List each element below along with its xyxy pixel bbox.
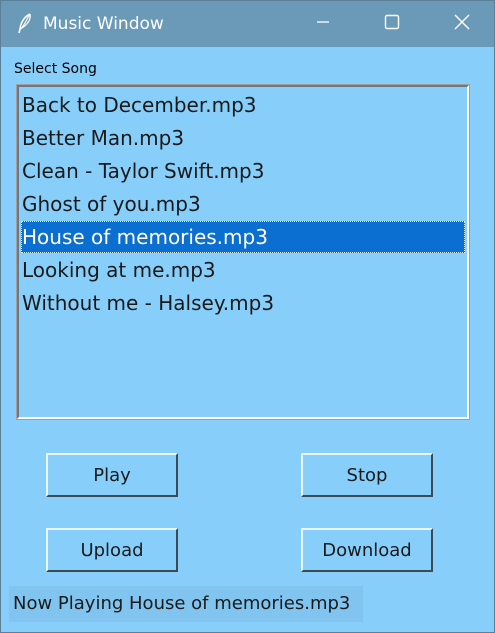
song-list-item[interactable]: Ghost of you.mp3	[21, 188, 465, 220]
song-list-item[interactable]: Looking at me.mp3	[21, 254, 465, 286]
song-list-item[interactable]: Clean - Taylor Swift.mp3	[21, 155, 465, 187]
select-song-label: Select Song	[14, 61, 97, 77]
download-button[interactable]: Download	[301, 528, 433, 572]
minimize-button[interactable]	[300, 1, 346, 47]
window-title: Music Window	[43, 14, 164, 34]
song-listbox[interactable]: Back to December.mp3 Better Man.mp3 Clea…	[16, 84, 470, 420]
title-bar[interactable]: Music Window	[1, 1, 494, 47]
close-button[interactable]	[439, 1, 485, 47]
upload-button[interactable]: Upload	[46, 528, 178, 572]
stop-button[interactable]: Stop	[301, 453, 433, 497]
minimize-icon	[315, 14, 331, 34]
maximize-icon	[384, 14, 400, 34]
feather-icon	[15, 13, 35, 35]
song-list-item[interactable]: Back to December.mp3	[21, 89, 465, 121]
song-list-item[interactable]: Without me - Halsey.mp3	[21, 287, 465, 319]
close-icon	[453, 13, 471, 35]
play-button[interactable]: Play	[46, 453, 178, 497]
maximize-button[interactable]	[369, 1, 415, 47]
music-window: Music Window Select Song Back to Decembe…	[0, 0, 495, 633]
song-list-item-selected[interactable]: House of memories.mp3	[21, 221, 465, 253]
song-list-item[interactable]: Better Man.mp3	[21, 122, 465, 154]
now-playing-status: Now Playing House of memories.mp3	[9, 586, 363, 622]
